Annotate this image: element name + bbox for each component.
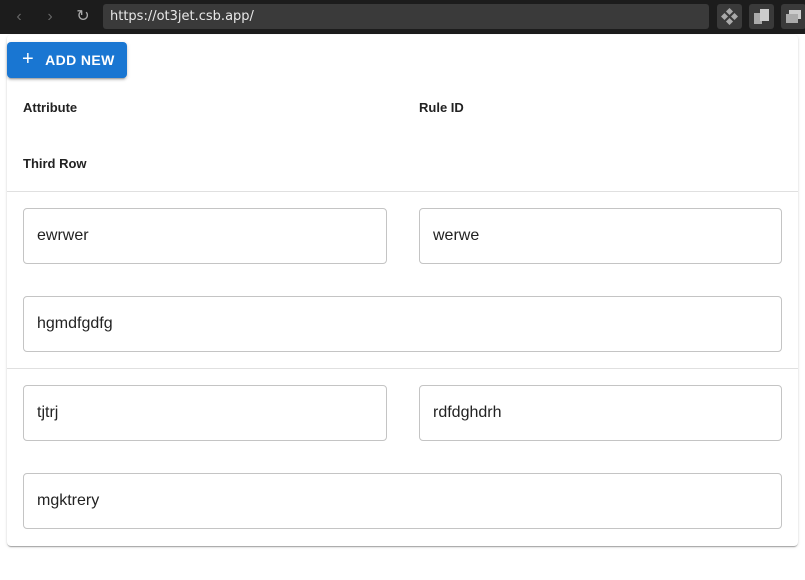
browser-toolbar: ‹ › ↻ https://ot3jet.csb.app/ — [0, 0, 805, 34]
diamond-grid-icon — [721, 8, 738, 25]
reload-icon[interactable]: ↻ — [73, 7, 93, 27]
row-1-rule-id-field[interactable] — [419, 208, 782, 264]
row-2-rule-id-field[interactable] — [419, 385, 782, 441]
row-1-third-row-input[interactable] — [24, 297, 781, 351]
row-1-attribute-input[interactable] — [24, 209, 386, 263]
column-header-attribute: Attribute — [23, 100, 78, 115]
plus-icon: + — [22, 48, 35, 70]
row-2-third-row-input[interactable] — [24, 474, 781, 528]
row-1-attribute-field[interactable] — [23, 208, 387, 264]
forward-icon[interactable]: › — [40, 7, 60, 27]
address-bar[interactable]: https://ot3jet.csb.app/ — [103, 4, 709, 29]
row-divider — [7, 368, 798, 369]
row-1-third-row-field[interactable] — [23, 296, 782, 352]
row-2-rule-id-input[interactable] — [420, 386, 781, 440]
copy-icon — [754, 9, 769, 24]
row-1-rule-id-input[interactable] — [420, 209, 781, 263]
header-divider — [7, 191, 798, 192]
windows-icon — [786, 10, 801, 23]
row-2-third-row-field[interactable] — [23, 473, 782, 529]
add-new-label: ADD NEW — [45, 52, 115, 68]
copy-button[interactable] — [749, 4, 774, 29]
windows-button[interactable] — [781, 4, 805, 29]
extension-button[interactable] — [717, 4, 742, 29]
add-new-button[interactable]: + ADD NEW — [7, 42, 127, 78]
page-content: + ADD NEW Attribute Rule ID Third Row — [0, 34, 805, 580]
rules-card — [7, 35, 798, 546]
back-icon[interactable]: ‹ — [9, 7, 29, 27]
row-2-attribute-field[interactable] — [23, 385, 387, 441]
column-header-third-row: Third Row — [23, 156, 87, 171]
column-header-rule-id: Rule ID — [419, 100, 464, 115]
row-2-attribute-input[interactable] — [24, 386, 386, 440]
